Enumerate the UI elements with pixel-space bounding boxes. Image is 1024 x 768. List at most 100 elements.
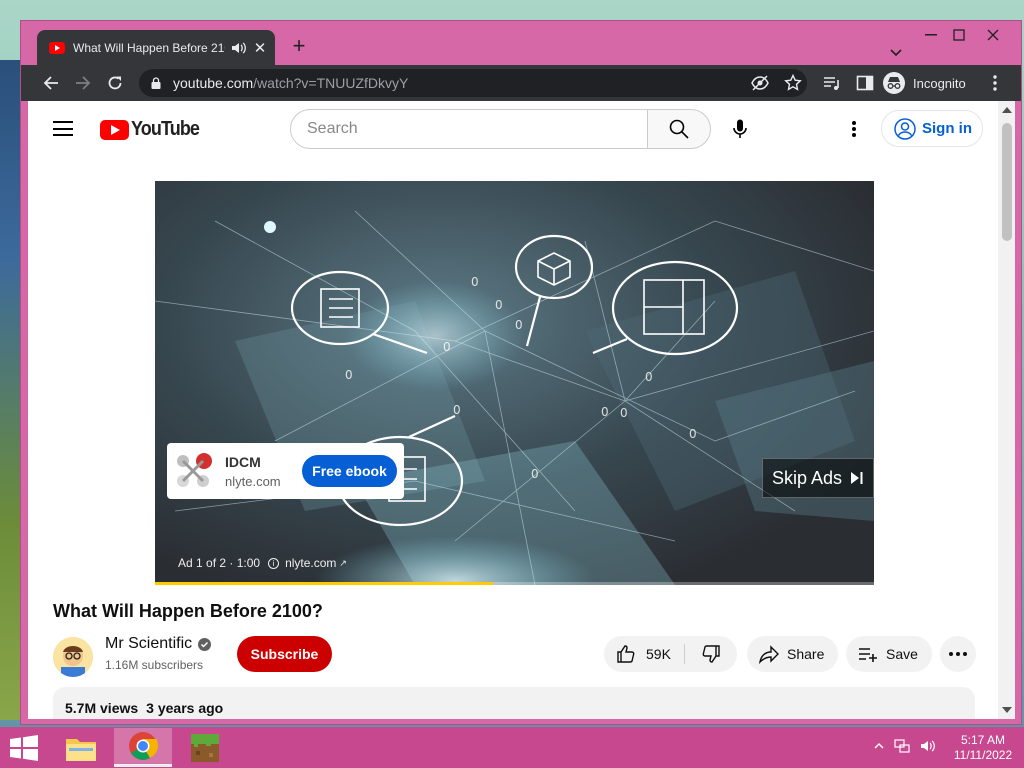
eye-slash-icon[interactable] xyxy=(751,74,769,92)
forward-button[interactable] xyxy=(70,70,96,96)
svg-text:0: 0 xyxy=(515,318,523,332)
show-hidden-icons-icon[interactable] xyxy=(874,742,884,750)
share-button[interactable]: Share xyxy=(747,636,839,672)
channel-avatar[interactable] xyxy=(53,637,93,677)
address-host: youtube.com xyxy=(173,75,254,91)
subscribe-button[interactable]: Subscribe xyxy=(237,636,332,672)
svg-text:0: 0 xyxy=(345,368,353,382)
chrome-icon xyxy=(129,732,158,760)
svg-text:0: 0 xyxy=(443,340,451,354)
new-tab-button[interactable]: + xyxy=(287,33,311,59)
svg-text:0: 0 xyxy=(689,427,697,441)
skip-ads-button[interactable]: Skip Ads xyxy=(762,458,874,498)
clock-time: 5:17 AM xyxy=(960,733,1006,747)
search-button[interactable] xyxy=(647,109,711,149)
channel-name[interactable]: Mr Scientific xyxy=(105,635,212,653)
taskbar-chrome[interactable] xyxy=(114,728,172,767)
voice-search-button[interactable] xyxy=(720,109,760,149)
youtube-logo[interactable]: YouTube xyxy=(100,118,207,141)
thumbs-down-icon xyxy=(702,645,720,663)
settings-kebab-icon[interactable] xyxy=(842,119,866,139)
advertiser-logo-icon xyxy=(173,449,217,493)
like-dislike-group: 59K xyxy=(604,636,737,672)
thumbs-up-icon xyxy=(617,645,635,663)
svg-text:0: 0 xyxy=(471,275,479,289)
browser-toolbar: youtube.com/watch?v=TNUUZfDkvyY Incognit… xyxy=(21,65,1021,101)
taskbar-file-explorer[interactable] xyxy=(52,728,110,767)
channel-row: Mr Scientific 1.16M subscribers Subscrib… xyxy=(53,633,983,681)
sign-in-button[interactable]: Sign in xyxy=(881,110,983,147)
reload-button[interactable] xyxy=(102,70,128,96)
dislike-button[interactable] xyxy=(685,636,737,672)
desktop-wallpaper-strip xyxy=(0,60,22,720)
lock-icon[interactable] xyxy=(151,77,161,89)
svg-text:0: 0 xyxy=(620,406,628,420)
restore-button[interactable] xyxy=(942,21,976,49)
tab-close-icon[interactable]: ✕ xyxy=(253,39,267,57)
tab-search-chevron-icon[interactable] xyxy=(879,39,913,67)
youtube-wordmark: YouTube xyxy=(131,118,200,140)
skip-ads-label: Skip Ads xyxy=(771,467,843,488)
ad-progress-bar[interactable] xyxy=(155,582,874,585)
close-window-button[interactable] xyxy=(976,21,1010,49)
ad-meta-domain[interactable]: nlyte.com xyxy=(285,556,336,570)
network-icon[interactable] xyxy=(894,739,910,753)
save-label: Save xyxy=(886,646,918,662)
address-bar[interactable]: youtube.com/watch?v=TNUUZfDkvyY xyxy=(139,69,807,97)
share-arrow-icon xyxy=(759,645,779,664)
advertiser-info: IDCM nlyte.com xyxy=(225,454,281,489)
side-panel-icon[interactable] xyxy=(856,74,874,92)
advertiser-domain: nlyte.com xyxy=(225,473,281,489)
clock-date: 11/11/2022 xyxy=(953,748,1013,762)
media-queue-icon[interactable] xyxy=(823,74,841,92)
ad-info-icon[interactable]: i xyxy=(268,557,280,569)
scroll-down-arrow-icon[interactable] xyxy=(1002,707,1012,713)
verified-badge-icon xyxy=(198,637,212,651)
taskbar-clock[interactable]: 5:17 AM 11/11/2022 xyxy=(950,733,1016,763)
system-tray xyxy=(874,739,936,753)
windows-start-icon[interactable] xyxy=(8,735,40,761)
incognito-indicator[interactable]: Incognito xyxy=(883,71,966,95)
hamburger-menu-icon[interactable] xyxy=(53,121,73,136)
page-scrollbar[interactable] xyxy=(998,101,1015,719)
minecraft-icon xyxy=(191,733,219,762)
ad-progress-fill xyxy=(155,582,493,585)
search-input[interactable]: Search xyxy=(290,109,648,149)
browser-menu-button[interactable] xyxy=(982,70,1008,96)
description-box[interactable]: 5.7M views 3 years ago xyxy=(53,687,975,719)
ad-counter: Ad 1 of 2 · 1:00 xyxy=(178,556,261,570)
search-icon xyxy=(669,119,689,139)
search-placeholder: Search xyxy=(307,120,358,137)
bookmark-star-icon[interactable] xyxy=(784,74,802,92)
view-count: 5.7M views xyxy=(65,700,139,716)
ad-overlay-card[interactable]: IDCM nlyte.com Free ebook xyxy=(167,443,404,499)
speaker-icon[interactable] xyxy=(231,41,247,55)
tab-title: What Will Happen Before 2100? xyxy=(73,41,225,55)
video-frame: 0000 00 00 000 xyxy=(155,210,874,585)
address-path: /watch?v=TNUUZfDkvyY xyxy=(253,75,409,91)
free-ebook-button[interactable]: Free ebook xyxy=(302,455,397,487)
share-label: Share xyxy=(787,646,825,662)
incognito-icon xyxy=(883,72,905,94)
svg-text:0: 0 xyxy=(645,370,653,384)
youtube-play-icon xyxy=(100,119,129,140)
external-link-icon: ↗ xyxy=(339,557,347,568)
advertiser-name: IDCM xyxy=(225,453,261,470)
back-button[interactable] xyxy=(38,70,64,96)
more-actions-button[interactable] xyxy=(940,636,976,672)
volume-icon[interactable] xyxy=(920,739,936,753)
windows-taskbar: 5:17 AM 11/11/2022 xyxy=(0,727,1024,768)
like-count: 59K xyxy=(646,646,671,662)
page-viewport: YouTube Search Sign in 0 0 0 0 0 0 0 0 0… xyxy=(28,101,1015,719)
scroll-up-arrow-icon[interactable] xyxy=(1002,107,1012,113)
svg-text:0: 0 xyxy=(601,405,609,419)
tab-youtube[interactable]: What Will Happen Before 2100? ✕ xyxy=(37,30,275,66)
svg-text:0: 0 xyxy=(453,403,461,417)
like-button[interactable]: 59K xyxy=(604,636,684,672)
taskbar-minecraft[interactable] xyxy=(176,728,234,767)
scrollbar-thumb[interactable] xyxy=(1002,123,1012,241)
youtube-header: YouTube Search Sign in xyxy=(28,101,998,157)
playlist-add-icon xyxy=(859,648,877,662)
save-button[interactable]: Save xyxy=(846,636,932,672)
video-player[interactable]: 0000 0000 000 IDCM nlyte.com Free ebook … xyxy=(155,181,874,585)
